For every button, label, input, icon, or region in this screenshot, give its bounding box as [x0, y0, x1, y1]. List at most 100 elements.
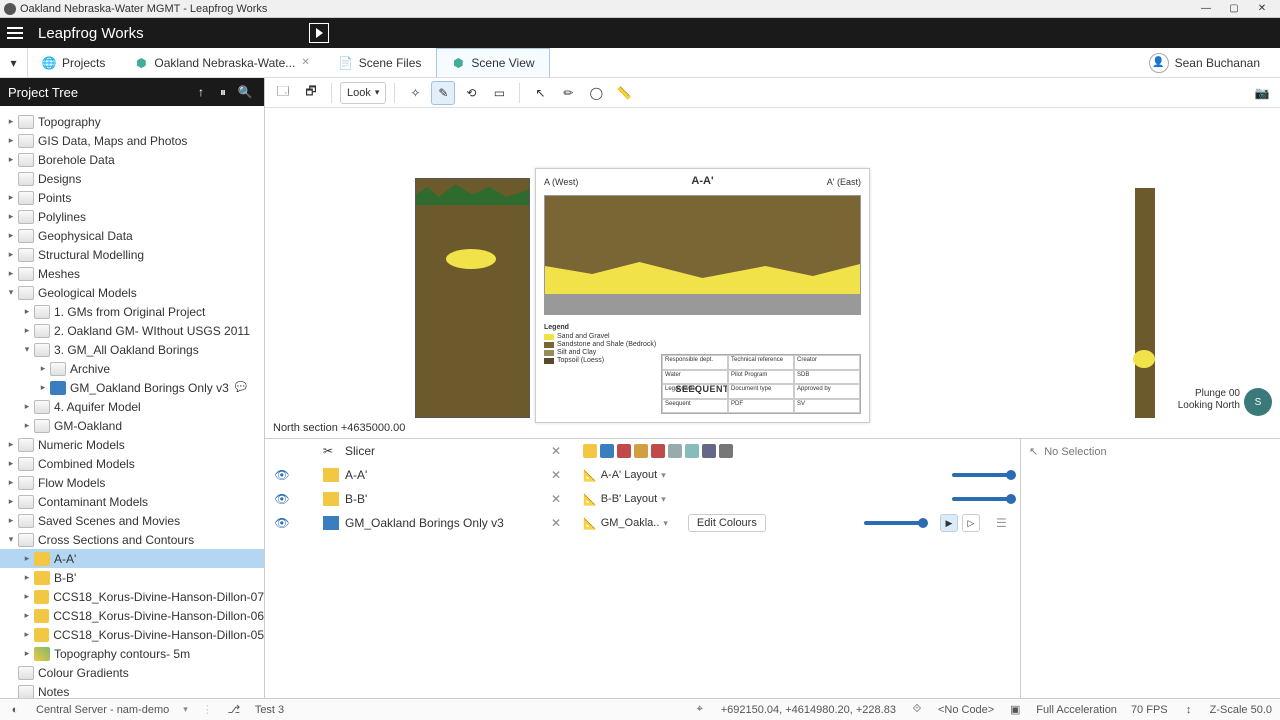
tree-item[interactable]: Notes — [0, 682, 264, 698]
tab-scene-view[interactable]: ⬢ Scene View — [436, 48, 549, 77]
project-tree-body[interactable]: TopographyGIS Data, Maps and PhotosBoreh… — [0, 106, 264, 698]
expand-arrow-icon[interactable] — [20, 401, 34, 412]
expand-arrow-icon[interactable] — [4, 534, 18, 545]
tree-item[interactable]: CCS18_Korus-Divine-Hanson-Dillon-06 — [0, 606, 264, 625]
expand-arrow-icon[interactable] — [20, 629, 34, 640]
tree-item[interactable]: GIS Data, Maps and Photos — [0, 131, 264, 150]
expand-arrow-icon[interactable] — [4, 249, 18, 260]
expand-arrow-icon[interactable] — [4, 515, 18, 526]
scene-viewport[interactable]: A-A' A (West) A' (East) Legend Sand and … — [265, 108, 1280, 438]
tree-item[interactable]: Colour Gradients — [0, 663, 264, 682]
scene-list-row[interactable]: 👁B-B'✕📐B-B' Layout▾ — [265, 487, 1020, 511]
visibility-toggle[interactable]: 👁 — [273, 468, 291, 482]
slicer-mode-button[interactable] — [685, 444, 699, 458]
tree-item[interactable]: Combined Models — [0, 454, 264, 473]
branch-name[interactable]: Test 3 — [255, 704, 284, 716]
tree-item[interactable]: Topography contours- 5m — [0, 644, 264, 663]
tree-item[interactable]: 2. Oakland GM- WIthout USGS 2011 — [0, 321, 264, 340]
tree-item[interactable]: Structural Modelling — [0, 245, 264, 264]
expand-arrow-icon[interactable] — [20, 572, 34, 583]
tree-up-button[interactable]: ↑ — [190, 81, 212, 103]
scene-list-row[interactable]: 👁GM_Oakland Borings Only v3✕📐GM_Oakla..▾… — [265, 511, 1020, 535]
slicer-mode-button[interactable] — [617, 444, 631, 458]
expand-arrow-icon[interactable] — [4, 116, 18, 127]
slicer-mode-button[interactable] — [719, 444, 733, 458]
close-button[interactable]: ✕ — [1248, 1, 1276, 17]
layout-dropdown[interactable]: 📐A-A' Layout▾ — [583, 469, 666, 482]
tree-item[interactable]: Borehole Data — [0, 150, 264, 169]
play-outline-button[interactable]: ▷ — [962, 514, 980, 532]
maximize-button[interactable]: ▢ — [1220, 1, 1248, 17]
play-button[interactable] — [292, 23, 347, 43]
tabs-dropdown-button[interactable]: ▾ — [0, 48, 28, 77]
layout-dropdown[interactable]: 📐GM_Oakla..▾ — [583, 517, 668, 530]
expand-arrow-icon[interactable] — [4, 496, 18, 507]
expand-arrow-icon[interactable] — [36, 382, 50, 393]
play-button[interactable]: ▶ — [940, 514, 958, 532]
layout-dropdown[interactable]: 📐B-B' Layout▾ — [583, 493, 666, 506]
expand-arrow-icon[interactable] — [4, 230, 18, 241]
tree-item[interactable]: Saved Scenes and Movies — [0, 511, 264, 530]
list-options-button[interactable]: ☰ — [996, 516, 1012, 530]
tree-item[interactable]: Designs — [0, 169, 264, 188]
tree-item[interactable]: Points — [0, 188, 264, 207]
expand-arrow-icon[interactable] — [20, 610, 34, 621]
slicer-mode-button[interactable] — [634, 444, 648, 458]
tree-item[interactable]: Polylines — [0, 207, 264, 226]
tree-item[interactable]: Flow Models — [0, 473, 264, 492]
tree-item[interactable]: 4. Aquifer Model — [0, 397, 264, 416]
draw-tool-button[interactable]: ✏ — [556, 81, 580, 105]
tree-item[interactable]: B-B' — [0, 568, 264, 587]
opacity-slider[interactable] — [952, 473, 1012, 477]
scene-list-row[interactable]: 👁A-A'✕📐A-A' Layout▾ — [265, 463, 1020, 487]
opacity-slider[interactable] — [952, 497, 1012, 501]
tree-item[interactable]: Cross Sections and Contours — [0, 530, 264, 549]
tree-item[interactable]: 1. GMs from Original Project — [0, 302, 264, 321]
server-status[interactable]: Central Server - nam-demo — [36, 704, 169, 716]
tab-scene-files[interactable]: 📄 Scene Files — [325, 48, 437, 77]
remove-item-button[interactable]: ✕ — [551, 444, 567, 458]
slicer-mode-button[interactable] — [583, 444, 597, 458]
ruler-tool-button[interactable]: 📏 — [612, 81, 636, 105]
expand-arrow-icon[interactable] — [20, 648, 34, 659]
visibility-toggle[interactable]: 👁 — [273, 492, 291, 506]
expand-arrow-icon[interactable] — [20, 591, 34, 602]
orbit-tool-button[interactable]: ✧ — [403, 81, 427, 105]
pan-tool-button[interactable]: ✎ — [431, 81, 455, 105]
tree-item[interactable]: Topography — [0, 112, 264, 131]
tree-item[interactable]: Geophysical Data — [0, 226, 264, 245]
zscale-status[interactable]: Z-Scale 50.0 — [1210, 704, 1272, 716]
remove-item-button[interactable]: ✕ — [551, 468, 567, 482]
opacity-slider[interactable] — [864, 521, 924, 525]
tree-item[interactable]: A-A' — [0, 549, 264, 568]
slicer-mode-button[interactable] — [651, 444, 665, 458]
look-dropdown[interactable]: Look▾ — [340, 82, 386, 104]
rotate-tool-button[interactable]: ⟲ — [459, 81, 483, 105]
tree-item[interactable]: Meshes — [0, 264, 264, 283]
slicer-mode-button[interactable] — [600, 444, 614, 458]
expand-arrow-icon[interactable] — [4, 458, 18, 469]
expand-arrow-icon[interactable] — [4, 439, 18, 450]
visibility-toggle[interactable]: 👁 — [273, 516, 291, 530]
expand-arrow-icon[interactable] — [20, 306, 34, 317]
comment-icon[interactable]: 💬 — [235, 382, 247, 393]
slicer-mode-button[interactable] — [702, 444, 716, 458]
slicer-mode-button[interactable] — [668, 444, 682, 458]
tree-item[interactable]: GM-Oakland — [0, 416, 264, 435]
select-tool-button[interactable]: ↖ — [528, 81, 552, 105]
window-link-button[interactable]: 🗗 — [299, 81, 323, 105]
expand-arrow-icon[interactable] — [20, 553, 34, 564]
tree-item[interactable]: Contaminant Models — [0, 492, 264, 511]
tree-item[interactable]: Numeric Models — [0, 435, 264, 454]
scene-list-row[interactable]: ✂Slicer✕ — [265, 439, 1020, 463]
expand-arrow-icon[interactable] — [20, 344, 34, 355]
tree-pause-button[interactable]: ⏸ — [212, 81, 234, 103]
tree-item[interactable]: 3. GM_All Oakland Borings — [0, 340, 264, 359]
tree-search-button[interactable]: 🔍 — [234, 81, 256, 103]
expand-arrow-icon[interactable] — [4, 268, 18, 279]
camera-snapshot-button[interactable]: 📷 — [1250, 81, 1274, 105]
expand-arrow-icon[interactable] — [36, 363, 50, 374]
hamburger-menu-button[interactable] — [0, 18, 30, 48]
user-menu[interactable]: 👤 Sean Buchanan — [1129, 48, 1280, 77]
box-tool-button[interactable]: ▭ — [487, 81, 511, 105]
